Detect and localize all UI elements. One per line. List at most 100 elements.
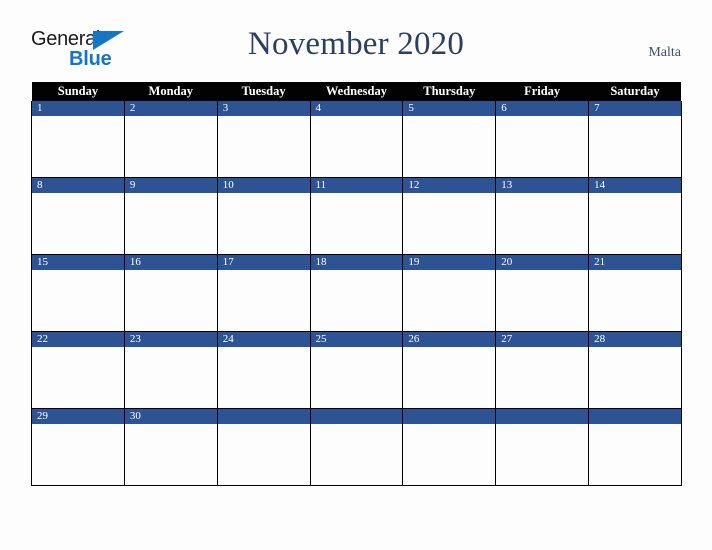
day-number: 17 [217,255,310,270]
day-number: 18 [310,255,403,270]
day-content-area[interactable] [217,270,310,330]
location-label: Malta [648,45,681,60]
day-cell[interactable]: 7 [588,101,682,178]
day-number: 22 [32,332,124,347]
day-number: 26 [403,332,496,347]
day-cell[interactable]: 10 [216,177,311,255]
page-title: November 2020 [247,26,465,62]
day-content-area[interactable] [217,347,310,407]
day-cell[interactable]: 29 [31,408,125,486]
day-content-area[interactable] [589,270,681,330]
day-content-area[interactable] [217,116,310,176]
day-number [310,409,403,424]
day-content-area[interactable] [124,193,217,253]
day-cell[interactable]: 6 [495,101,590,178]
day-content-area[interactable] [403,193,496,253]
day-content-area[interactable] [310,270,403,330]
day-content-area[interactable] [403,270,496,330]
day-content-area[interactable] [217,193,310,253]
day-cell[interactable]: 16 [123,254,218,332]
dow-header-sunday: Sunday [31,82,125,101]
day-number [496,409,589,424]
day-content-area[interactable] [32,270,124,330]
day-content-area[interactable] [32,116,124,176]
dow-header-thursday: Thursday [402,82,496,101]
day-number: 12 [403,178,496,193]
day-number: 21 [589,255,681,270]
day-cell[interactable]: 26 [402,331,497,409]
day-number: 16 [124,255,217,270]
day-content-area[interactable] [310,347,403,407]
day-cell[interactable]: 21 [588,254,682,332]
day-number [589,409,681,424]
day-content-area[interactable] [589,116,681,176]
day-number: 15 [32,255,124,270]
day-cell[interactable]: 13 [495,177,590,255]
day-cell[interactable]: 30 [123,408,218,486]
day-cell[interactable]: 9 [123,177,218,255]
day-number: 20 [496,255,589,270]
day-content-area[interactable] [124,116,217,176]
day-content-area[interactable] [310,116,403,176]
day-number: 4 [310,101,403,116]
week-row: 29 30 [31,408,682,486]
day-content-area[interactable] [496,116,589,176]
day-cell[interactable]: 12 [402,177,497,255]
day-content-area [403,424,496,484]
day-content-area[interactable] [310,193,403,253]
day-content-area[interactable] [496,347,589,407]
day-content-area[interactable] [403,347,496,407]
day-content-area[interactable] [496,193,589,253]
day-cell[interactable]: 2 [123,101,218,178]
day-content-area[interactable] [124,347,217,407]
day-cell[interactable]: 14 [588,177,682,255]
day-number: 6 [496,101,589,116]
day-cell[interactable]: 25 [309,331,404,409]
day-number: 30 [124,409,217,424]
day-content-area[interactable] [124,424,217,484]
day-number: 2 [124,101,217,116]
day-cell[interactable]: 20 [495,254,590,332]
day-cell[interactable]: 4 [309,101,404,178]
day-cell[interactable]: 22 [31,331,125,409]
dow-header-friday: Friday [495,82,589,101]
day-cell[interactable]: 18 [309,254,404,332]
day-content-area[interactable] [589,193,681,253]
day-cell[interactable]: 28 [588,331,682,409]
day-number: 8 [32,178,124,193]
day-cell-empty [309,408,404,486]
page-header: General Blue November 2020 Malta [0,0,712,82]
day-number: 19 [403,255,496,270]
day-content-area[interactable] [589,347,681,407]
day-number [403,409,496,424]
day-number: 10 [217,178,310,193]
day-cell[interactable]: 24 [216,331,311,409]
day-cell[interactable]: 5 [402,101,497,178]
week-row: 22 23 24 25 26 27 28 [31,331,682,409]
day-cell[interactable]: 27 [495,331,590,409]
day-cell[interactable]: 15 [31,254,125,332]
day-cell[interactable]: 8 [31,177,125,255]
calendar-grid: Sunday Monday Tuesday Wednesday Thursday… [31,82,682,486]
day-of-week-header-row: Sunday Monday Tuesday Wednesday Thursday… [31,82,682,101]
day-cell[interactable]: 23 [123,331,218,409]
day-content-area[interactable] [403,116,496,176]
day-cell[interactable]: 3 [216,101,311,178]
day-cell[interactable]: 1 [31,101,125,178]
day-number: 9 [124,178,217,193]
day-content-area[interactable] [124,270,217,330]
day-number: 28 [589,332,681,347]
calendar-page: General Blue November 2020 Malta Sunday … [0,0,712,550]
day-cell[interactable]: 17 [216,254,311,332]
day-content-area[interactable] [32,347,124,407]
day-cell[interactable]: 11 [309,177,404,255]
dow-header-wednesday: Wednesday [310,82,403,101]
day-content-area[interactable] [32,193,124,253]
day-content-area[interactable] [496,270,589,330]
week-row: 8 9 10 11 12 13 14 [31,177,682,255]
day-cell[interactable]: 19 [402,254,497,332]
dow-header-tuesday: Tuesday [217,82,311,101]
day-content-area[interactable] [32,424,124,484]
day-number: 23 [124,332,217,347]
dow-header-monday: Monday [124,82,218,101]
